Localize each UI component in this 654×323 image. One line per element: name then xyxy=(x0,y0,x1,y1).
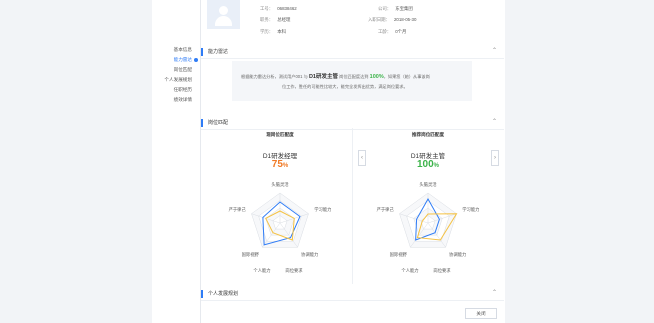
info-education: 学历： 本科 xyxy=(260,29,286,34)
radar-axis-label: 严于律己 xyxy=(377,206,395,213)
radar-chart-recommended: 头脑灵活学习能力协调能力 国际视野 严于律己个人能力 岗位要求 xyxy=(377,181,480,274)
section-title: 岗位匹配 xyxy=(208,120,229,126)
radar-chart-current: 头脑灵活学习能力协调能力 国际视野 严于律己个人能力 岗位要求 xyxy=(229,181,332,274)
radar-axis-label: 国际视野 xyxy=(390,251,408,258)
info-employee-id: 工号： 06838462 xyxy=(260,6,297,11)
section-accent-bar xyxy=(201,290,203,298)
sidenav-item-basic-info[interactable]: 基本信息 xyxy=(160,45,200,55)
current-match-title: 现岗位匹配度 xyxy=(266,132,294,137)
avatar-head-icon xyxy=(219,6,228,15)
radar-axis-label: 严于律己 xyxy=(229,206,247,213)
avatar-body-icon xyxy=(215,16,232,26)
collapse-chevron-icon[interactable]: ⌃ xyxy=(492,118,497,125)
current-match-percent: 75% xyxy=(271,159,289,170)
radar-axis-label: 头脑灵活 xyxy=(271,181,289,188)
active-dot-icon xyxy=(194,58,198,62)
info-position: 职务： 总经理 xyxy=(260,17,291,22)
recommended-match-percent: 100% xyxy=(416,159,440,170)
radar-axis-label: 头脑灵活 xyxy=(419,181,437,188)
recommended-match-panel: 推荐岗位匹配度 D1研发主管 100% 头脑灵活 学习能力 协调能力 国际视野 严于律己… xyxy=(358,128,498,284)
collapse-chevron-icon[interactable]: ⌃ xyxy=(492,289,497,296)
analysis-line-1: 根据能力雷达分析，测试用户001 与 D1研发主管 岗位匹配度达到 100%，如… xyxy=(241,74,430,80)
collapse-chevron-icon[interactable]: ⌃ xyxy=(492,47,497,54)
section-accent-bar xyxy=(201,119,203,127)
radar-axis-label: 协调能力 xyxy=(449,251,466,258)
close-button[interactable]: 关闭 xyxy=(465,308,497,319)
radar-axis-label: 学习能力 xyxy=(462,206,479,213)
radar-legend-label: 岗位要求 xyxy=(285,267,303,274)
avatar xyxy=(207,0,240,29)
radar-axis-label: 国际视野 xyxy=(242,251,260,258)
section-accent-bar xyxy=(201,48,203,56)
radar-legend-label: 个人能力 xyxy=(401,267,418,274)
sidenav-item-development-plan[interactable]: 个人发展规划 xyxy=(160,75,200,85)
info-company: 公司： 东宝集团 xyxy=(378,6,413,11)
section-title: 能力雷达 xyxy=(208,49,229,55)
radar-legend-label: 个人能力 xyxy=(253,267,270,274)
info-seniority: 工龄： 0个月 xyxy=(378,29,407,34)
sidenav-item-work-history[interactable]: 任职经历 xyxy=(160,85,200,95)
side-nav: 基本信息 能力雷达 岗位匹配 个人发展规划 任职经历 绩效详情 xyxy=(160,45,200,105)
analysis-box: 根据能力雷达分析，测试用户001 与 D1研发主管 岗位匹配度达到 100%，如… xyxy=(232,61,472,101)
radar-axis-label: 学习能力 xyxy=(314,206,331,213)
sidenav-item-ability-radar[interactable]: 能力雷达 xyxy=(160,55,200,65)
analysis-line-2: 位工作，胜任的可能性比较大，能完全发挥出优势，满足岗位要求。 xyxy=(282,84,408,89)
sidenav-item-performance[interactable]: 绩效详情 xyxy=(160,95,200,105)
radar-legend-label: 岗位要求 xyxy=(433,267,451,274)
current-match-panel: 现岗位匹配度 D1研发经理 75% 头脑灵活 学习能力 协调能力 国际视野 严于律己 个人… xyxy=(210,128,350,284)
recommended-match-title: 推荐岗位匹配度 xyxy=(411,132,445,137)
info-hire-date: 入职日期： 2018-05-30 xyxy=(368,17,417,22)
section-title: 个人发展规划 xyxy=(208,291,239,297)
panel-divider xyxy=(352,128,353,284)
section-ability-radar-header[interactable]: 能力雷达 ⌃ xyxy=(201,45,504,59)
section-development-plan-header[interactable]: 个人发展规划 ⌃ xyxy=(201,287,504,301)
sidenav-item-label: 能力雷达 xyxy=(173,57,192,62)
sidenav-item-position-match[interactable]: 岗位匹配 xyxy=(160,65,200,75)
radar-axis-label: 协调能力 xyxy=(301,251,318,258)
